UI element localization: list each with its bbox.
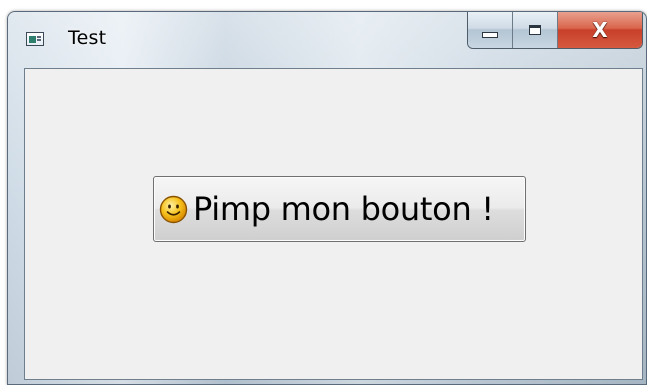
minimize-button[interactable] — [468, 12, 513, 48]
smiley-icon — [159, 195, 188, 223]
pimp-button-label: Pimp mon bouton ! — [193, 190, 494, 228]
pimp-button[interactable]: Pimp mon bouton ! — [153, 176, 526, 242]
close-button[interactable]: X — [558, 12, 642, 48]
window-app-icon[interactable] — [26, 32, 44, 46]
maximize-button[interactable] — [513, 12, 558, 48]
minimize-icon — [482, 32, 498, 38]
client-area: Pimp mon bouton ! — [24, 68, 643, 380]
maximize-icon — [529, 25, 541, 35]
caption-buttons: X — [467, 12, 643, 49]
close-icon: X — [592, 18, 608, 42]
title-bar[interactable]: Test X — [8, 12, 646, 68]
window: Test X Pimp mon bouton ! — [7, 11, 647, 385]
window-title: Test — [68, 27, 107, 49]
